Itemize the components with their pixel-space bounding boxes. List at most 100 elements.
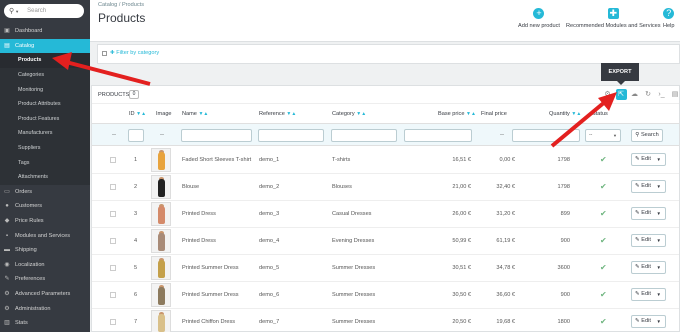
chevron-down-icon[interactable]: ▼ [657, 235, 661, 246]
sidebar-subitem-product-attributes[interactable]: Product Attributes [0, 96, 90, 112]
column-base-price[interactable]: Base price ▼▲ [438, 111, 476, 117]
search-input[interactable]: Search [27, 8, 46, 14]
chevron-down-icon[interactable]: ▼ [657, 208, 661, 219]
cell-name[interactable]: Printed Dress [182, 211, 216, 217]
edit-button[interactable]: ✎ Edit ▼ [631, 207, 666, 220]
column-reference[interactable]: Reference ▼▲ [259, 111, 296, 117]
cell-name[interactable]: Blouse [182, 184, 199, 190]
add-new-product-button[interactable]: + Add new product [518, 8, 560, 29]
product-thumbnail[interactable] [151, 283, 171, 307]
filter-status-select[interactable]: -- ▼ [585, 129, 621, 142]
sort-icon[interactable]: ▼▲ [356, 111, 366, 117]
edit-button[interactable]: ✎ Edit ▼ [631, 288, 666, 301]
row-checkbox[interactable] [110, 184, 116, 190]
sort-icon[interactable]: ▼▲ [136, 111, 146, 117]
help-button[interactable]: ? Help [663, 8, 675, 29]
sidebar-item-preferences[interactable]: ✎ Preferences [0, 272, 90, 287]
table-row[interactable]: 6 Printed Summer Dress demo_6 Summer Dresse… [92, 282, 679, 309]
cell-name[interactable]: Printed Summer Dress [182, 265, 239, 271]
cell-name[interactable]: Printed Summer Dress [182, 292, 239, 298]
row-checkbox[interactable] [110, 265, 116, 271]
status-enabled-icon[interactable]: ✔ [600, 209, 607, 218]
filter-name-input[interactable] [181, 129, 252, 142]
sidebar-item-customers[interactable]: ● Customers [0, 199, 90, 214]
sidebar-subitem-product-features[interactable]: Product Features [0, 111, 90, 127]
sort-icon[interactable]: ▼▲ [198, 111, 208, 117]
recommended-modules-button[interactable]: ✚ Recommended Modules and Services [566, 8, 661, 29]
sidebar-item-dashboard[interactable]: ▣ Dashboard [0, 24, 90, 39]
sidebar-item-modules-and-services[interactable]: ▪ Modules and Services [0, 228, 90, 243]
table-row[interactable]: 3 Printed Dress demo_3 Casual Dresses 26,00 … [92, 201, 679, 228]
sidebar-subitem-products[interactable]: Products [0, 53, 90, 68]
row-checkbox[interactable] [110, 319, 116, 325]
status-enabled-icon[interactable]: ✔ [600, 155, 607, 164]
column-id[interactable]: ID ▼▲ [129, 111, 146, 117]
sidebar-item-stats[interactable]: ▥ Stats [0, 316, 90, 331]
product-thumbnail[interactable] [151, 148, 171, 172]
product-thumbnail[interactable] [151, 256, 171, 280]
filter-id-input[interactable] [128, 129, 144, 142]
chevron-down-icon[interactable]: ▼ [15, 9, 19, 14]
row-checkbox[interactable] [110, 292, 116, 298]
breadcrumb[interactable]: Catalog / Products [98, 2, 144, 8]
sidebar-item-shipping[interactable]: ▬ Shipping [0, 243, 90, 258]
product-thumbnail[interactable] [151, 175, 171, 199]
category-filter-checkbox[interactable] [102, 51, 107, 56]
status-enabled-icon[interactable]: ✔ [600, 236, 607, 245]
chevron-down-icon[interactable]: ▼ [657, 181, 661, 192]
sidebar-subitem-categories[interactable]: Categories [0, 67, 90, 83]
filter-search-button[interactable]: ⚲ Search [631, 129, 663, 142]
sort-icon[interactable]: ▼▲ [286, 111, 296, 117]
filter-by-category-link[interactable]: ✚ Filter by category [110, 50, 159, 56]
column-quantity[interactable]: Quantity ▼▲ [549, 111, 581, 117]
import-icon[interactable]: ☁ [629, 89, 640, 100]
product-thumbnail[interactable] [151, 310, 171, 332]
cell-name[interactable]: Printed Chiffon Dress [182, 319, 235, 325]
chevron-down-icon[interactable]: ▼ [657, 262, 661, 273]
chevron-down-icon[interactable]: ▼ [657, 289, 661, 300]
chevron-down-icon[interactable]: ▼ [657, 316, 661, 327]
filter-quantity-input[interactable] [512, 129, 580, 142]
sidebar-item-localization[interactable]: ◉ Localization [0, 258, 90, 273]
edit-button[interactable]: ✎ Edit ▼ [631, 315, 666, 328]
row-checkbox[interactable] [110, 238, 116, 244]
sidebar-search[interactable]: ⚲ ▼ Search [4, 4, 84, 18]
table-row[interactable]: 5 Printed Summer Dress demo_5 Summer Dresse… [92, 255, 679, 282]
sidebar-subitem-monitoring[interactable]: Monitoring [0, 82, 90, 97]
product-thumbnail[interactable] [151, 202, 171, 226]
filter-category-input[interactable] [331, 129, 397, 142]
edit-button[interactable]: ✎ Edit ▼ [631, 234, 666, 247]
settings-icon[interactable]: ⚙ [602, 89, 613, 100]
row-checkbox[interactable] [110, 157, 116, 163]
cell-name[interactable]: Printed Dress [182, 238, 216, 244]
sidebar-subitem-manufacturers[interactable]: Manufacturers [0, 126, 90, 141]
sidebar-item-price-rules[interactable]: ◆ Price Rules [0, 214, 90, 229]
filter-reference-input[interactable] [258, 129, 324, 142]
sidebar-item-advanced-parameters[interactable]: ⚙ Advanced Parameters [0, 287, 90, 302]
sidebar-subitem-tags[interactable]: Tags [0, 155, 90, 170]
row-checkbox[interactable] [110, 211, 116, 217]
column-status[interactable]: Status [592, 111, 608, 117]
sort-icon[interactable]: ▼▲ [466, 111, 476, 117]
sidebar-item-administration[interactable]: ⚙ Administration [0, 301, 90, 316]
search-icon[interactable]: ⚲ [9, 7, 14, 15]
filter-base-price-input[interactable] [404, 129, 472, 142]
sql-query-icon[interactable]: ›_ [656, 89, 667, 100]
database-icon[interactable]: ▤ [670, 89, 680, 100]
refresh-icon[interactable]: ↻ [643, 89, 654, 100]
sort-icon[interactable]: ▼▲ [571, 111, 581, 117]
status-enabled-icon[interactable]: ✔ [600, 182, 607, 191]
edit-button[interactable]: ✎ Edit ▼ [631, 180, 666, 193]
column-category[interactable]: Category ▼▲ [332, 111, 366, 117]
status-enabled-icon[interactable]: ✔ [600, 317, 607, 326]
product-thumbnail[interactable] [151, 229, 171, 253]
edit-button[interactable]: ✎ Edit ▼ [631, 261, 666, 274]
sidebar-item-orders[interactable]: ▭ Orders [0, 185, 90, 200]
table-row[interactable]: 7 Printed Chiffon Dress demo_7 Summer Dress… [92, 309, 679, 332]
sidebar-subitem-suppliers[interactable]: Suppliers [0, 140, 90, 156]
export-icon[interactable]: ⇱ [615, 89, 627, 100]
table-row[interactable]: 2 Blouse demo_2 Blouses 21,00 €32,40 €1798 ✔ ✎… [92, 174, 679, 201]
status-enabled-icon[interactable]: ✔ [600, 263, 607, 272]
table-row[interactable]: 4 Printed Dress demo_4 Evening Dresses 50,99… [92, 228, 679, 255]
status-enabled-icon[interactable]: ✔ [600, 290, 607, 299]
